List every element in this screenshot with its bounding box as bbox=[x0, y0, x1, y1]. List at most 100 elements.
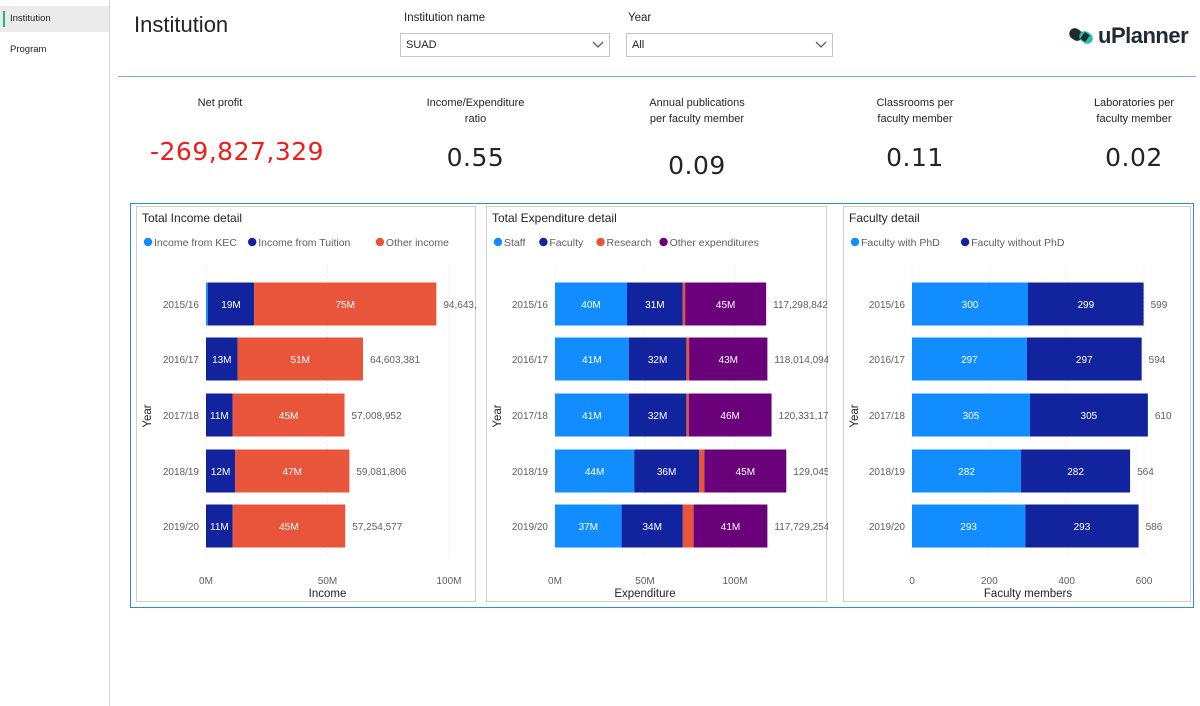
data-label: 41M bbox=[582, 355, 601, 366]
kpi-value: 0.09 bbox=[668, 151, 726, 180]
y-tick-label: 2018/19 bbox=[869, 467, 906, 478]
institution-dropdown[interactable]: SUAD bbox=[400, 33, 610, 57]
data-label: 51M bbox=[291, 355, 310, 366]
y-axis-title: Year bbox=[142, 404, 154, 427]
data-label: 11M bbox=[210, 522, 229, 533]
data-label: 45M bbox=[279, 522, 298, 533]
chevron-down-icon bbox=[815, 41, 827, 48]
data-label: 13M bbox=[212, 355, 231, 366]
bar-segment bbox=[699, 449, 705, 493]
kpi-label: Laboratories per faculty member bbox=[1093, 97, 1175, 125]
legend-item: Income from Tuition bbox=[258, 237, 350, 249]
legend-item: Income from KEC bbox=[154, 237, 237, 249]
kpi-net-profit: Net profit -269,827,329 bbox=[150, 95, 325, 166]
total-label: 610 bbox=[1155, 411, 1172, 422]
kpi-label: Income/Expenditure ratio bbox=[426, 97, 525, 125]
faculty-chart[interactable]: Faculty detail Faculty with PhD Faculty wi… bbox=[844, 207, 1192, 603]
nav-item-program[interactable]: Program bbox=[0, 37, 109, 63]
header-divider bbox=[118, 76, 1196, 77]
expenditure-chart-panel[interactable]: Total Expenditure detail Staff Faculty Rese… bbox=[486, 206, 828, 603]
data-label: 44M bbox=[585, 467, 604, 478]
legend-item: Faculty with PhD bbox=[861, 237, 940, 249]
kpi-label: Classrooms per faculty member bbox=[876, 97, 954, 125]
total-label: 118,014,094 bbox=[774, 355, 828, 366]
data-label: 11M bbox=[210, 411, 229, 422]
expenditure-chart[interactable]: Total Expenditure detail Staff Faculty Rese… bbox=[487, 207, 828, 603]
x-axis-title: Faculty members bbox=[984, 588, 1072, 600]
x-tick-label: 400 bbox=[1058, 576, 1075, 587]
faculty-chart-panel[interactable]: Faculty detail Faculty with PhD Faculty wi… bbox=[843, 206, 1191, 602]
x-tick-label: 600 bbox=[1136, 576, 1153, 587]
data-label: 297 bbox=[1076, 355, 1093, 366]
x-tick-label: 100M bbox=[722, 576, 747, 587]
legend-item: Research bbox=[607, 237, 652, 249]
data-label: 41M bbox=[582, 411, 601, 422]
nav-item-institution[interactable]: Institution bbox=[0, 6, 109, 32]
bar-segment bbox=[682, 504, 694, 548]
kpi-annual-publications: Annual publications per faculty member 0… bbox=[642, 95, 752, 180]
page-title: Institution bbox=[134, 12, 229, 37]
kpi-laboratories-per-faculty: Laboratories per faculty member 0.02 bbox=[1080, 95, 1188, 172]
y-tick-label: 2015/16 bbox=[163, 300, 200, 311]
total-label: 117,298,842 bbox=[773, 300, 828, 311]
year-dropdown[interactable]: All bbox=[626, 33, 833, 57]
legend-marker bbox=[596, 237, 605, 247]
data-label: 293 bbox=[960, 522, 977, 533]
legend-marker bbox=[493, 237, 503, 247]
total-label: 129,045,819 bbox=[793, 467, 828, 478]
y-tick-label: 2019/20 bbox=[163, 522, 200, 533]
data-label: 19M bbox=[221, 300, 240, 311]
data-label: 36M bbox=[657, 467, 676, 478]
total-label: 586 bbox=[1146, 522, 1163, 533]
chart-title: Total Expenditure detail bbox=[492, 211, 617, 225]
x-axis-title: Income bbox=[309, 588, 347, 600]
x-tick-label: 50M bbox=[318, 576, 337, 587]
data-label: 75M bbox=[336, 300, 355, 311]
kpi-value: 0.55 bbox=[446, 143, 505, 172]
data-label: 40M bbox=[581, 300, 600, 311]
kpi-value: 0.11 bbox=[886, 143, 944, 172]
legend-item: Faculty bbox=[549, 237, 584, 249]
kpi-value: 0.02 bbox=[1105, 143, 1163, 172]
legend-marker bbox=[375, 237, 385, 247]
y-tick-label: 2015/16 bbox=[869, 300, 906, 311]
income-chart-panel[interactable]: Total Income detail Income from KEC Income… bbox=[136, 206, 477, 603]
y-tick-label: 2017/18 bbox=[163, 411, 200, 422]
year-dropdown-value: All bbox=[632, 39, 645, 51]
x-tick-label: 0 bbox=[909, 576, 915, 587]
kpi-value: -269,827,329 bbox=[150, 137, 325, 166]
y-tick-label: 2016/17 bbox=[512, 355, 549, 366]
y-axis-title: Year bbox=[849, 404, 861, 427]
data-label: 47M bbox=[283, 467, 302, 478]
x-tick-label: 0M bbox=[199, 576, 213, 587]
y-tick-label: 2016/17 bbox=[163, 355, 200, 366]
logo-text: uPlanner bbox=[1098, 23, 1189, 48]
data-label: 293 bbox=[1074, 522, 1091, 533]
total-label: 599 bbox=[1151, 300, 1168, 311]
income-chart[interactable]: Total Income detail Income from KEC Income… bbox=[137, 207, 477, 603]
y-tick-label: 2018/19 bbox=[163, 467, 200, 478]
data-label: 43M bbox=[719, 355, 738, 366]
bar-segment bbox=[682, 282, 686, 326]
legend-marker bbox=[850, 237, 860, 247]
data-label: 299 bbox=[1077, 300, 1094, 311]
legend-marker bbox=[659, 237, 668, 247]
institution-dropdown-value: SUAD bbox=[406, 39, 437, 51]
data-label: 45M bbox=[736, 467, 755, 478]
uplanner-logo-icon bbox=[1069, 28, 1093, 44]
legend-item: Other expenditures bbox=[670, 237, 759, 249]
legend-item: Staff bbox=[504, 237, 525, 249]
year-filter-label: Year bbox=[628, 12, 652, 24]
institution-filter-label: Institution name bbox=[404, 12, 486, 24]
data-label: 32M bbox=[648, 411, 667, 422]
y-tick-label: 2017/18 bbox=[869, 411, 906, 422]
data-label: 12M bbox=[211, 467, 230, 478]
data-label: 32M bbox=[648, 355, 667, 366]
data-label: 282 bbox=[1067, 467, 1084, 478]
data-label: 46M bbox=[720, 411, 739, 422]
total-label: 64,603,381 bbox=[370, 355, 420, 366]
bar-segment bbox=[206, 282, 208, 326]
sidebar: Institution Program bbox=[0, 0, 110, 706]
y-tick-label: 2019/20 bbox=[869, 522, 906, 533]
y-tick-label: 2016/17 bbox=[869, 355, 906, 366]
